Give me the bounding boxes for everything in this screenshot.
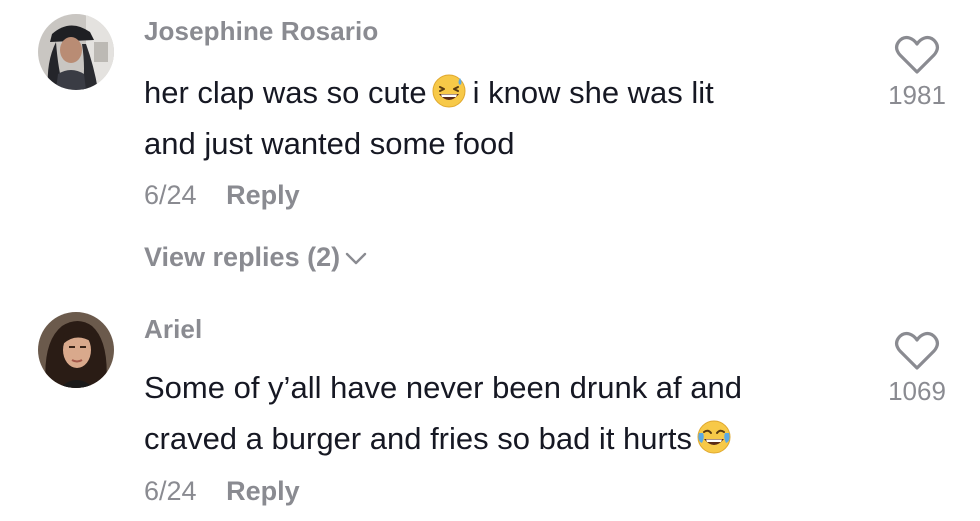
like-count: 1981 — [888, 80, 946, 110]
reply-button[interactable]: Reply — [226, 476, 300, 506]
avatar-photo — [38, 14, 114, 90]
face-with-tears-of-joy-icon — [696, 419, 732, 455]
avatar[interactable] — [38, 14, 114, 90]
avatar[interactable] — [38, 312, 114, 388]
heart-outline-icon[interactable] — [894, 34, 940, 76]
comment-username[interactable]: Ariel — [144, 314, 202, 345]
reply-button[interactable]: Reply — [226, 180, 300, 210]
comment-text: Some of y’all have never been drunk af a… — [144, 362, 844, 464]
comment-date: 6/24 — [144, 180, 197, 210]
comment-text-fragment: i know she was lit — [472, 75, 714, 110]
comment-item: Josephine Rosario her clap was so cute i… — [0, 0, 980, 300]
grinning-squinting-face-with-sweat-icon — [431, 73, 467, 109]
heart-outline-icon[interactable] — [894, 330, 940, 372]
comment-text-line: Some of y’all have never been drunk af a… — [144, 370, 742, 405]
like-control: 1069 — [877, 330, 957, 407]
comment-item: Ariel Some of y’all have never been drun… — [0, 300, 980, 521]
comment-meta: 6/24 Reply — [144, 180, 300, 211]
comment-text-line: her clap was so cute i know she was lit — [144, 67, 844, 118]
comment-date: 6/24 — [144, 476, 197, 506]
like-control: 1981 — [877, 34, 957, 111]
comment-text: her clap was so cute i know she was lit … — [144, 67, 844, 169]
comment-meta: 6/24 Reply — [144, 476, 300, 507]
chevron-down-icon — [345, 252, 367, 265]
avatar-photo — [38, 312, 114, 388]
comment-text-fragment: her clap was so cute — [144, 75, 427, 110]
comment-text-line: and just wanted some food — [144, 126, 515, 161]
comment-text-fragment: craved a burger and fries so bad it hurt… — [144, 421, 692, 456]
like-count: 1069 — [888, 376, 946, 406]
comment-text-line: craved a burger and fries so bad it hurt… — [144, 413, 844, 464]
view-replies-label: View replies (2) — [144, 242, 341, 272]
comment-username[interactable]: Josephine Rosario — [144, 16, 378, 47]
view-replies-button[interactable]: View replies (2) — [144, 242, 368, 273]
